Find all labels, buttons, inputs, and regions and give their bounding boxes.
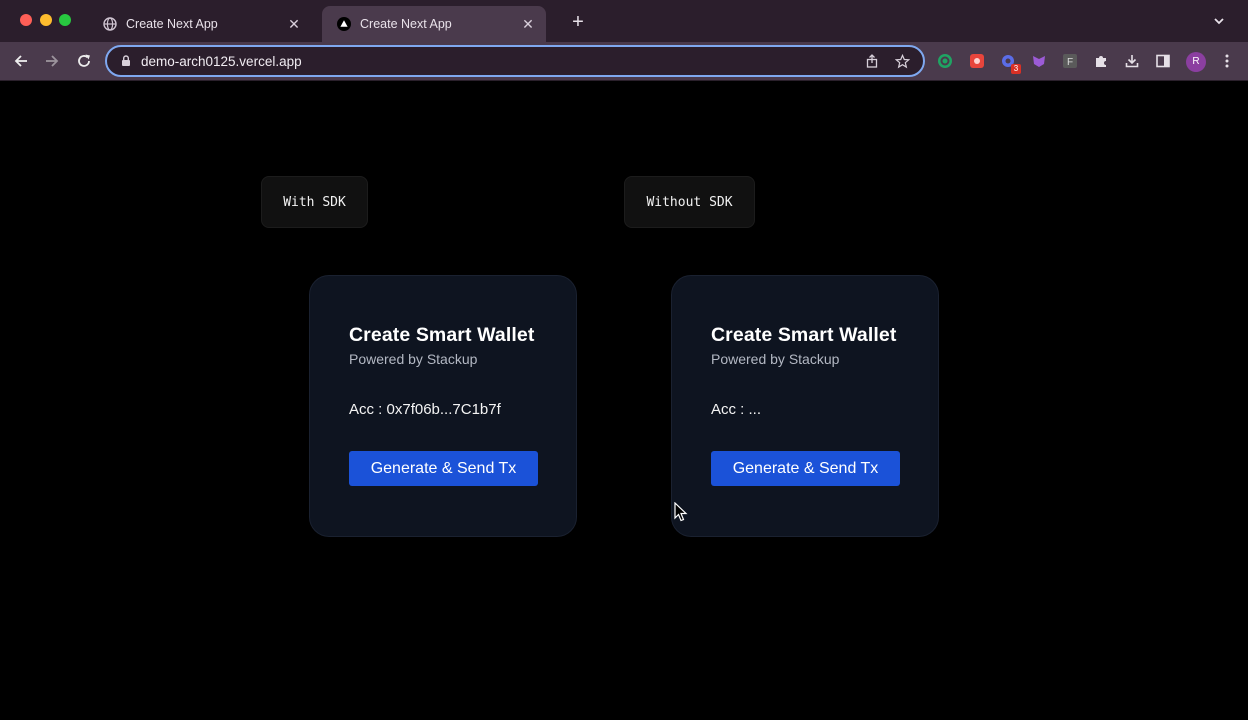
plus-icon[interactable]: + — [568, 12, 588, 32]
lock-icon[interactable] — [119, 54, 133, 68]
svg-text:F: F — [1067, 57, 1073, 68]
download-icon[interactable] — [1123, 52, 1141, 70]
f-extension-icon[interactable]: F — [1061, 52, 1079, 70]
forward-arrow-icon[interactable] — [42, 51, 62, 71]
extension-badge: 3 — [1011, 64, 1021, 74]
tab-title: Create Next App — [126, 17, 218, 31]
target-extension-icon[interactable] — [936, 52, 954, 70]
vercel-triangle-icon — [336, 16, 352, 32]
card-subtitle: Powered by Stackup — [711, 351, 840, 367]
close-icon[interactable]: ✕ — [286, 16, 302, 32]
with-sdk-label: With SDK — [261, 176, 368, 228]
globe-icon — [102, 16, 118, 32]
card-title: Create Smart Wallet — [711, 324, 897, 346]
close-window-button[interactable] — [20, 14, 32, 26]
card-title: Create Smart Wallet — [349, 324, 535, 346]
close-icon[interactable]: ✕ — [520, 16, 536, 32]
gear-extension-icon[interactable]: 3 — [999, 52, 1021, 74]
maximize-window-button[interactable] — [59, 14, 71, 26]
card-subtitle: Powered by Stackup — [349, 351, 478, 367]
star-icon[interactable] — [893, 52, 911, 70]
red-extension-icon[interactable] — [968, 52, 986, 70]
chevron-down-icon[interactable] — [1212, 14, 1226, 28]
without-sdk-label: Without SDK — [624, 176, 755, 228]
generate-send-tx-button[interactable]: Generate & Send Tx — [349, 451, 538, 486]
back-arrow-icon[interactable] — [11, 51, 31, 71]
account-address: Acc : 0x7f06b...7C1b7f — [349, 401, 501, 418]
minimize-window-button[interactable] — [40, 14, 52, 26]
smart-wallet-card-with-sdk: Create Smart Wallet Powered by Stackup A… — [309, 275, 577, 537]
address-bar[interactable]: demo-arch0125.vercel.app — [105, 45, 925, 77]
fox-extension-icon[interactable] — [1030, 52, 1048, 70]
browser-tab-1[interactable]: Create Next App ✕ — [88, 6, 312, 42]
account-address: Acc : ... — [711, 401, 762, 418]
sidebar-icon[interactable] — [1154, 52, 1172, 70]
smart-wallet-card-without-sdk: Create Smart Wallet Powered by Stackup A… — [671, 275, 939, 537]
kebab-menu-icon[interactable] — [1218, 52, 1236, 70]
tab-title: Create Next App — [360, 17, 452, 31]
mouse-cursor-icon — [674, 501, 688, 522]
share-icon[interactable] — [863, 52, 881, 70]
generate-send-tx-button[interactable]: Generate & Send Tx — [711, 451, 900, 486]
tab-strip: Create Next App ✕ Create Next App ✕ + — [0, 0, 1248, 42]
url-text[interactable]: demo-arch0125.vercel.app — [141, 54, 863, 69]
profile-avatar[interactable]: R — [1186, 52, 1206, 72]
reload-icon[interactable] — [74, 51, 94, 71]
puzzle-icon[interactable] — [1092, 52, 1110, 70]
browser-tab-2[interactable]: Create Next App ✕ — [322, 6, 546, 42]
browser-toolbar: demo-arch0125.vercel.app 3 F R — [0, 42, 1248, 81]
web-page: With SDK Without SDK Create Smart Wallet… — [0, 82, 1248, 720]
